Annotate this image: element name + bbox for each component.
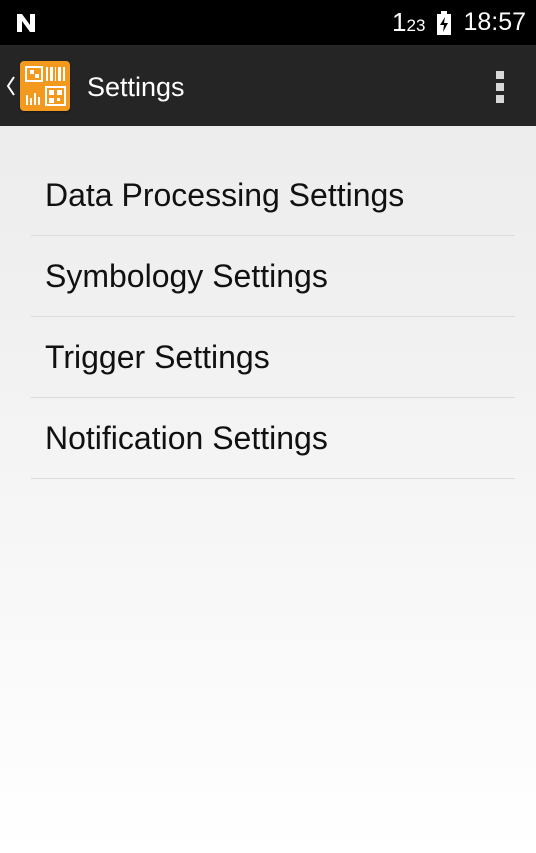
action-bar: Settings	[0, 45, 536, 126]
battery-charging-icon	[437, 10, 452, 35]
overflow-menu-icon	[496, 71, 504, 103]
status-indicators: 123 18:57	[392, 0, 526, 45]
overflow-menu-button[interactable]	[494, 67, 506, 107]
settings-item-symbology[interactable]: Symbology Settings	[31, 236, 515, 317]
settings-item-data-processing[interactable]: Data Processing Settings	[31, 155, 515, 236]
barcode-scanner-app-icon	[20, 61, 70, 111]
keyboard-mode-digit: 1	[392, 7, 407, 37]
settings-item-notification[interactable]: Notification Settings	[31, 398, 515, 479]
settings-list: Data Processing Settings Symbology Setti…	[31, 155, 515, 479]
settings-item-label: Data Processing Settings	[45, 176, 405, 213]
keyboard-mode-indicator: 123	[392, 7, 425, 38]
settings-item-trigger[interactable]: Trigger Settings	[31, 317, 515, 398]
settings-item-label: Trigger Settings	[45, 338, 270, 375]
status-bar: 123 18:57	[0, 0, 536, 45]
up-navigation-button[interactable]	[6, 61, 88, 111]
clock: 18:57	[463, 8, 526, 36]
keyboard-mode-digits: 23	[406, 16, 426, 35]
page-title: Settings	[87, 72, 185, 102]
chevron-left-icon	[6, 76, 15, 96]
n-notification-icon	[17, 14, 35, 32]
settings-item-label: Notification Settings	[45, 419, 328, 456]
settings-item-label: Symbology Settings	[45, 257, 328, 294]
